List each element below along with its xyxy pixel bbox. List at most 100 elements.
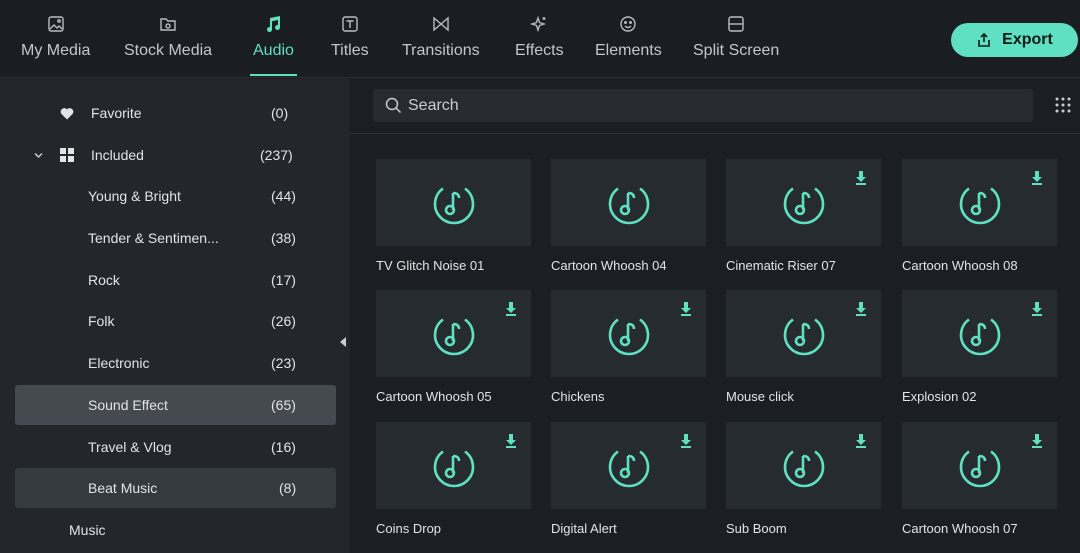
sidebar-item-count: (26) — [271, 313, 296, 329]
audio-thumbnail[interactable] — [902, 159, 1057, 246]
tab-transitions[interactable]: Transitions — [402, 14, 480, 74]
audio-thumbnail[interactable] — [551, 290, 706, 377]
music-disc-icon — [608, 186, 649, 224]
sidebar-item-count: (44) — [271, 188, 296, 204]
folder-icon — [160, 18, 176, 31]
audio-title: Sub Boom — [726, 521, 787, 536]
sticker-icon — [620, 16, 637, 32]
music-disc-icon — [433, 186, 474, 224]
sidebar-item-rock[interactable]: Rock (17) — [15, 260, 336, 300]
chevron-down-icon[interactable] — [34, 152, 43, 159]
sidebar-item-beat-music[interactable]: Beat Music (8) — [15, 468, 336, 508]
sidebar-item-electronic[interactable]: Electronic (23) — [15, 343, 336, 383]
audio-title: Cartoon Whoosh 07 — [902, 521, 1018, 536]
music-disc-icon — [608, 317, 649, 355]
download-icon[interactable] — [855, 171, 867, 185]
sidebar-item-label: Sound Effect — [88, 397, 168, 413]
tab-titles[interactable]: Titles — [331, 14, 369, 74]
audio-thumbnail[interactable] — [902, 422, 1057, 509]
download-icon[interactable] — [1031, 434, 1043, 448]
audio-thumbnail[interactable] — [376, 290, 531, 377]
audio-thumbnail[interactable] — [726, 159, 881, 246]
tab-label: Elements — [595, 42, 662, 59]
export-label: Export — [1002, 31, 1053, 48]
sidebar-item-label: Travel & Vlog — [88, 439, 172, 455]
sidebar-item-count: (0) — [271, 105, 289, 121]
download-icon[interactable] — [680, 302, 692, 316]
sidebar-item-count: (8) — [279, 480, 297, 496]
download-icon[interactable] — [505, 434, 517, 448]
audio-title: Explosion 02 — [902, 389, 977, 404]
image-icon — [47, 16, 64, 32]
sparkle-icon — [530, 15, 547, 33]
sidebar-item-count: (17) — [271, 272, 296, 288]
tab-my-media[interactable]: My Media — [21, 14, 90, 74]
audio-thumbnail[interactable] — [551, 159, 706, 246]
sidebar-item-count: (38) — [271, 230, 296, 246]
audio-title: Cinematic Riser 07 — [726, 258, 836, 273]
tab-audio[interactable]: Audio — [250, 14, 297, 76]
audio-library: TV Glitch Noise 01 Cartoon Whoosh 04 Cinem… — [350, 79, 1080, 553]
sidebar-item-favorite[interactable]: Favorite (0) — [15, 93, 336, 133]
audio-title: Digital Alert — [551, 521, 617, 536]
download-icon[interactable] — [505, 302, 517, 316]
music-disc-icon — [783, 186, 824, 224]
sidebar-item-count: (16) — [271, 439, 296, 455]
export-button[interactable]: Export — [951, 23, 1078, 57]
download-icon[interactable] — [855, 302, 867, 316]
audio-thumbnail[interactable] — [551, 422, 706, 509]
heart-icon — [60, 107, 74, 119]
transition-icon — [433, 16, 449, 32]
sidebar-item-label: Young & Bright — [88, 188, 181, 204]
sidebar-item-count: (237) — [260, 147, 293, 163]
music-disc-icon — [433, 317, 474, 355]
share-icon — [978, 32, 990, 47]
grid-view-icon[interactable] — [1054, 96, 1072, 114]
tab-label: Transitions — [402, 42, 480, 59]
audio-thumbnail[interactable] — [726, 422, 881, 509]
music-disc-icon — [959, 317, 1000, 355]
tab-label: Titles — [331, 42, 369, 59]
sidebar-item-label: Included — [91, 147, 144, 163]
tab-elements[interactable]: Elements — [595, 14, 662, 74]
tab-effects[interactable]: Effects — [515, 14, 564, 74]
collapse-sidebar-arrow[interactable] — [340, 337, 346, 347]
sidebar-item-tender-sentimental[interactable]: Tender & Sentimen... (38) — [15, 218, 336, 258]
download-icon[interactable] — [680, 434, 692, 448]
download-icon[interactable] — [1031, 171, 1043, 185]
sidebar-item-label: Music — [69, 522, 106, 538]
audio-thumbnail[interactable] — [376, 422, 531, 509]
sidebar-item-label: Tender & Sentimen... — [88, 230, 219, 246]
audio-thumbnail[interactable] — [376, 159, 531, 246]
audio-title: Coins Drop — [376, 521, 442, 536]
sidebar-item-included[interactable]: Included (237) — [15, 135, 336, 175]
tab-split-screen[interactable]: Split Screen — [693, 14, 779, 74]
top-toolbar: My Media Stock Media Audio Titles Transi… — [0, 0, 1080, 78]
tab-label: Effects — [515, 42, 564, 59]
audio-thumbnail[interactable] — [902, 290, 1057, 377]
sidebar-item-folk[interactable]: Folk (26) — [15, 301, 336, 341]
tab-stock-media[interactable]: Stock Media — [124, 14, 212, 74]
download-icon[interactable] — [855, 434, 867, 448]
music-note-icon — [267, 16, 281, 32]
music-disc-icon — [433, 449, 474, 487]
sidebar-item-label: Favorite — [91, 105, 142, 121]
sidebar-item-young-bright[interactable]: Young & Bright (44) — [15, 176, 336, 216]
search-bar[interactable] — [373, 89, 1033, 122]
sidebar-item-music[interactable]: Music — [15, 510, 336, 550]
music-disc-icon — [959, 449, 1000, 487]
search-input[interactable] — [408, 96, 1008, 115]
category-sidebar: Favorite (0) Included (237) Young & Brig… — [0, 79, 350, 553]
download-icon[interactable] — [1031, 302, 1043, 316]
music-disc-icon — [783, 317, 824, 355]
sidebar-item-sound-effect[interactable]: Sound Effect (65) — [15, 385, 336, 425]
audio-title: Mouse click — [726, 389, 794, 404]
grid-icon — [60, 148, 74, 162]
audio-title: Cartoon Whoosh 04 — [551, 258, 667, 273]
sidebar-item-count: (23) — [271, 355, 296, 371]
audio-title: Chickens — [551, 389, 605, 404]
sidebar-item-travel-vlog[interactable]: Travel & Vlog (16) — [15, 427, 336, 467]
text-icon — [342, 16, 358, 32]
audio-title: Cartoon Whoosh 08 — [902, 258, 1018, 273]
audio-thumbnail[interactable] — [726, 290, 881, 377]
